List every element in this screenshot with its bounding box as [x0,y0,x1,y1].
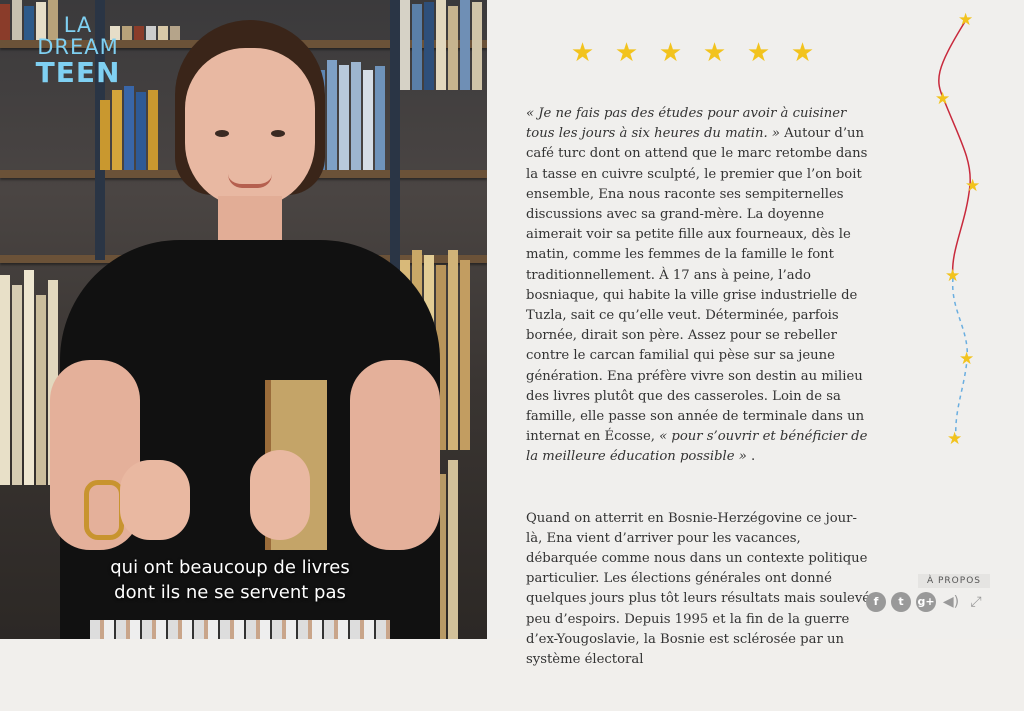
star-icon: ★ [746,38,771,68]
presenter [50,20,440,639]
timeline-path [938,19,971,441]
right-arm [350,360,440,550]
article-body: Autour d’un café turc dont on attend que… [526,126,868,445]
timeline-star-icon[interactable]: ★ [958,12,973,29]
star-icon: ★ [702,38,727,68]
article-body: . [746,449,756,465]
subtitle-line: dont ils ne se servent pas [114,582,346,603]
bracelet [84,480,124,540]
skirt [90,620,390,639]
eye [271,130,285,137]
logo-line: DREAM [37,35,119,59]
eye [215,130,229,137]
video-panel[interactable]: LA DREAM TEEN qui ont beaucoup de livres… [0,0,487,639]
logo-line: LA [63,13,93,37]
face [185,48,315,208]
star-icon: ★ [790,38,815,68]
article-paragraph: Quand on atterrit en Bosnie-Herzégovine … [526,510,871,668]
apropos-link[interactable]: À PROPOS [918,574,990,588]
timeline-star-icon[interactable]: ★ [947,431,962,448]
article-text: « Je ne fais pas des études pour avoir à… [526,104,871,711]
chapter-timeline[interactable]: ★ ★ ★ ★ ★ ★ [930,10,990,460]
timeline-star-icon[interactable]: ★ [935,91,950,108]
facebook-icon[interactable]: f [866,592,886,612]
google-plus-icon[interactable]: g+ [916,592,936,612]
twitter-icon[interactable]: t [891,592,911,612]
mouth [228,174,272,188]
subtitle-line: qui ont beaucoup de livres [110,557,350,578]
share-controls: f t g+ ◀) ⤢ [866,592,986,612]
timeline-star-icon[interactable]: ★ [945,268,960,285]
sound-icon[interactable]: ◀) [941,592,961,612]
video-subtitle: qui ont beaucoup de livres dont ils ne s… [60,555,400,605]
left-hand [120,460,190,540]
star-icon: ★ [658,38,683,68]
star-icon: ★ [570,38,595,68]
logo-line: TEEN [35,56,121,89]
star-rating: ★ ★ ★ ★ ★ ★ [570,40,815,66]
star-icon: ★ [614,38,639,68]
logo[interactable]: LA DREAM TEEN [28,14,128,88]
fullscreen-icon[interactable]: ⤢ [966,592,986,612]
article-paragraph: « Je ne fais pas des études pour avoir à… [526,104,871,468]
right-hand [250,450,310,540]
timeline-star-icon[interactable]: ★ [959,351,974,368]
timeline-star-icon[interactable]: ★ [965,178,980,195]
